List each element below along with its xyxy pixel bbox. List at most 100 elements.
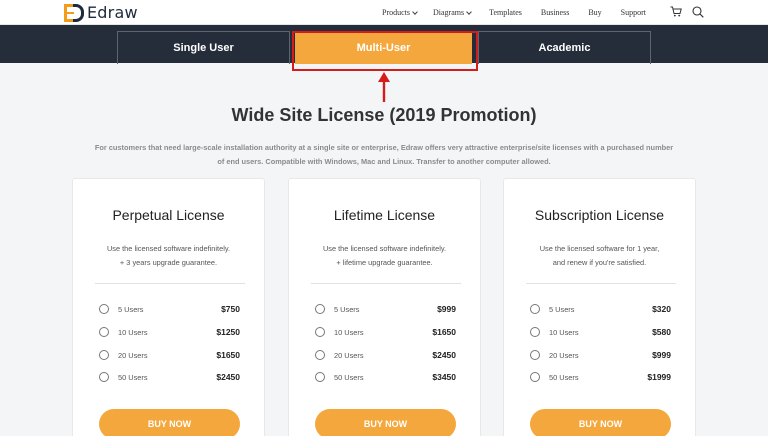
option-price: $2450 <box>432 350 456 360</box>
radio-button[interactable] <box>530 304 540 314</box>
nav-item-templates[interactable]: Templates <box>489 8 522 17</box>
lifetime-license-card: Lifetime License Use the licensed softwa… <box>288 178 481 436</box>
option-50-users[interactable]: 50 Users $1999 <box>530 370 671 384</box>
card-subtitle-line: and renew if you're satisfied. <box>552 258 647 267</box>
subscription-license-card: Subscription License Use the licensed so… <box>503 178 696 436</box>
option-label: 20 Users <box>549 350 579 360</box>
option-price: $580 <box>652 327 671 337</box>
card-subtitle: Use the licensed software for 1 year, an… <box>504 242 695 270</box>
arrow-up-icon <box>378 72 390 102</box>
nav-item-buy[interactable]: Buy <box>588 8 601 17</box>
card-subtitle-line: Use the licensed software for 1 year, <box>539 244 660 253</box>
radio-button[interactable] <box>99 372 109 382</box>
card-subtitle-line: + lifetime upgrade guarantee. <box>336 258 433 267</box>
option-50-users[interactable]: 50 Users $3450 <box>315 370 456 384</box>
option-label: 5 Users <box>549 304 575 314</box>
shopping-cart-icon[interactable] <box>670 6 682 17</box>
option-price: $1650 <box>432 327 456 337</box>
nav-label: Support <box>620 8 647 17</box>
page-description: For customers that need large-scale inst… <box>74 141 694 169</box>
option-label: 50 Users <box>118 372 148 382</box>
card-subtitle-line: Use the licensed software indefinitely. <box>106 244 231 253</box>
option-label: 10 Users <box>118 327 148 337</box>
option-50-users[interactable]: 50 Users $2450 <box>99 370 240 384</box>
card-subtitle-line: Use the licensed software indefinitely. <box>322 244 447 253</box>
chevron-down-icon <box>412 8 418 15</box>
description-line: For customers that need large-scale inst… <box>94 143 674 152</box>
card-title: Lifetime License <box>333 207 436 223</box>
radio-button[interactable] <box>315 327 325 337</box>
card-title: Subscription License <box>534 207 665 223</box>
option-10-users[interactable]: 10 Users $1250 <box>99 325 240 339</box>
radio-button[interactable] <box>99 327 109 337</box>
option-label: 20 Users <box>118 350 148 360</box>
radio-button[interactable] <box>315 372 325 382</box>
nav-label: Products <box>382 8 410 17</box>
nav-label: Buy <box>588 8 602 17</box>
logo-text: Edraw <box>87 3 138 22</box>
option-price: $750 <box>221 304 240 314</box>
chevron-down-icon <box>466 8 472 15</box>
top-navigation-bar: Edraw Products Diagrams Templates Busine… <box>0 0 768 25</box>
edraw-logo[interactable]: Edraw <box>64 3 138 22</box>
nav-label: Templates <box>489 8 522 17</box>
option-5-users[interactable]: 5 Users $999 <box>315 302 456 316</box>
option-price: $2450 <box>216 372 240 382</box>
page-title: Wide Site License (2019 Promotion) <box>231 105 537 125</box>
option-price: $1250 <box>216 327 240 337</box>
tab-label: Single User <box>173 42 234 54</box>
card-title: Perpetual License <box>112 207 225 223</box>
nav-item-diagrams[interactable]: Diagrams <box>433 8 472 17</box>
radio-button[interactable] <box>99 350 109 360</box>
option-price: $320 <box>652 304 671 314</box>
option-20-users[interactable]: 20 Users $1650 <box>99 348 240 362</box>
nav-label: Diagrams <box>433 8 465 17</box>
option-label: 5 Users <box>118 304 144 314</box>
radio-button[interactable] <box>99 304 109 314</box>
tab-single-user[interactable]: Single User <box>117 31 290 64</box>
tab-label: Academic <box>538 42 591 54</box>
search-icon[interactable] <box>692 6 704 18</box>
edraw-logo-icon <box>64 3 84 22</box>
card-divider <box>526 283 676 284</box>
card-subtitle-line: + 3 years upgrade guarantee. <box>119 258 218 267</box>
option-label: 50 Users <box>549 372 579 382</box>
perpetual-license-card: Perpetual License Use the licensed softw… <box>72 178 265 436</box>
radio-button[interactable] <box>530 350 540 360</box>
card-divider <box>95 283 245 284</box>
option-price: $999 <box>652 350 671 360</box>
tab-academic[interactable]: Academic <box>478 31 651 64</box>
radio-button[interactable] <box>530 372 540 382</box>
annotation-highlight-box <box>292 31 478 71</box>
option-price: $999 <box>437 304 456 314</box>
radio-button[interactable] <box>530 327 540 337</box>
option-label: 20 Users <box>334 350 364 360</box>
nav-item-business[interactable]: Business <box>541 8 569 17</box>
buy-now-button[interactable]: BUY NOW <box>530 409 671 436</box>
option-20-users[interactable]: 20 Users $2450 <box>315 348 456 362</box>
buy-now-button[interactable]: BUY NOW <box>315 409 456 436</box>
main-nav: Products Diagrams Templates Business Buy… <box>382 0 646 25</box>
option-5-users[interactable]: 5 Users $320 <box>530 302 671 316</box>
option-10-users[interactable]: 10 Users $1650 <box>315 325 456 339</box>
radio-button[interactable] <box>315 304 325 314</box>
option-label: 10 Users <box>334 327 364 337</box>
option-price: $3450 <box>432 372 456 382</box>
option-label: 5 Users <box>334 304 360 314</box>
option-price: $1999 <box>647 372 671 382</box>
nav-item-support[interactable]: Support <box>621 8 646 17</box>
nav-label: Business <box>540 8 570 17</box>
option-price: $1650 <box>216 350 240 360</box>
card-subtitle: Use the licensed software indefinitely. … <box>73 242 264 270</box>
option-10-users[interactable]: 10 Users $580 <box>530 325 671 339</box>
radio-button[interactable] <box>315 350 325 360</box>
option-label: 50 Users <box>334 372 364 382</box>
card-divider <box>311 283 461 284</box>
nav-item-products[interactable]: Products <box>382 8 418 17</box>
buy-now-button[interactable]: BUY NOW <box>99 409 240 436</box>
option-20-users[interactable]: 20 Users $999 <box>530 348 671 362</box>
option-5-users[interactable]: 5 Users $750 <box>99 302 240 316</box>
option-label: 10 Users <box>549 327 579 337</box>
description-line: of end users. Compatible with Windows, M… <box>217 157 551 166</box>
card-subtitle: Use the licensed software indefinitely. … <box>289 242 480 270</box>
